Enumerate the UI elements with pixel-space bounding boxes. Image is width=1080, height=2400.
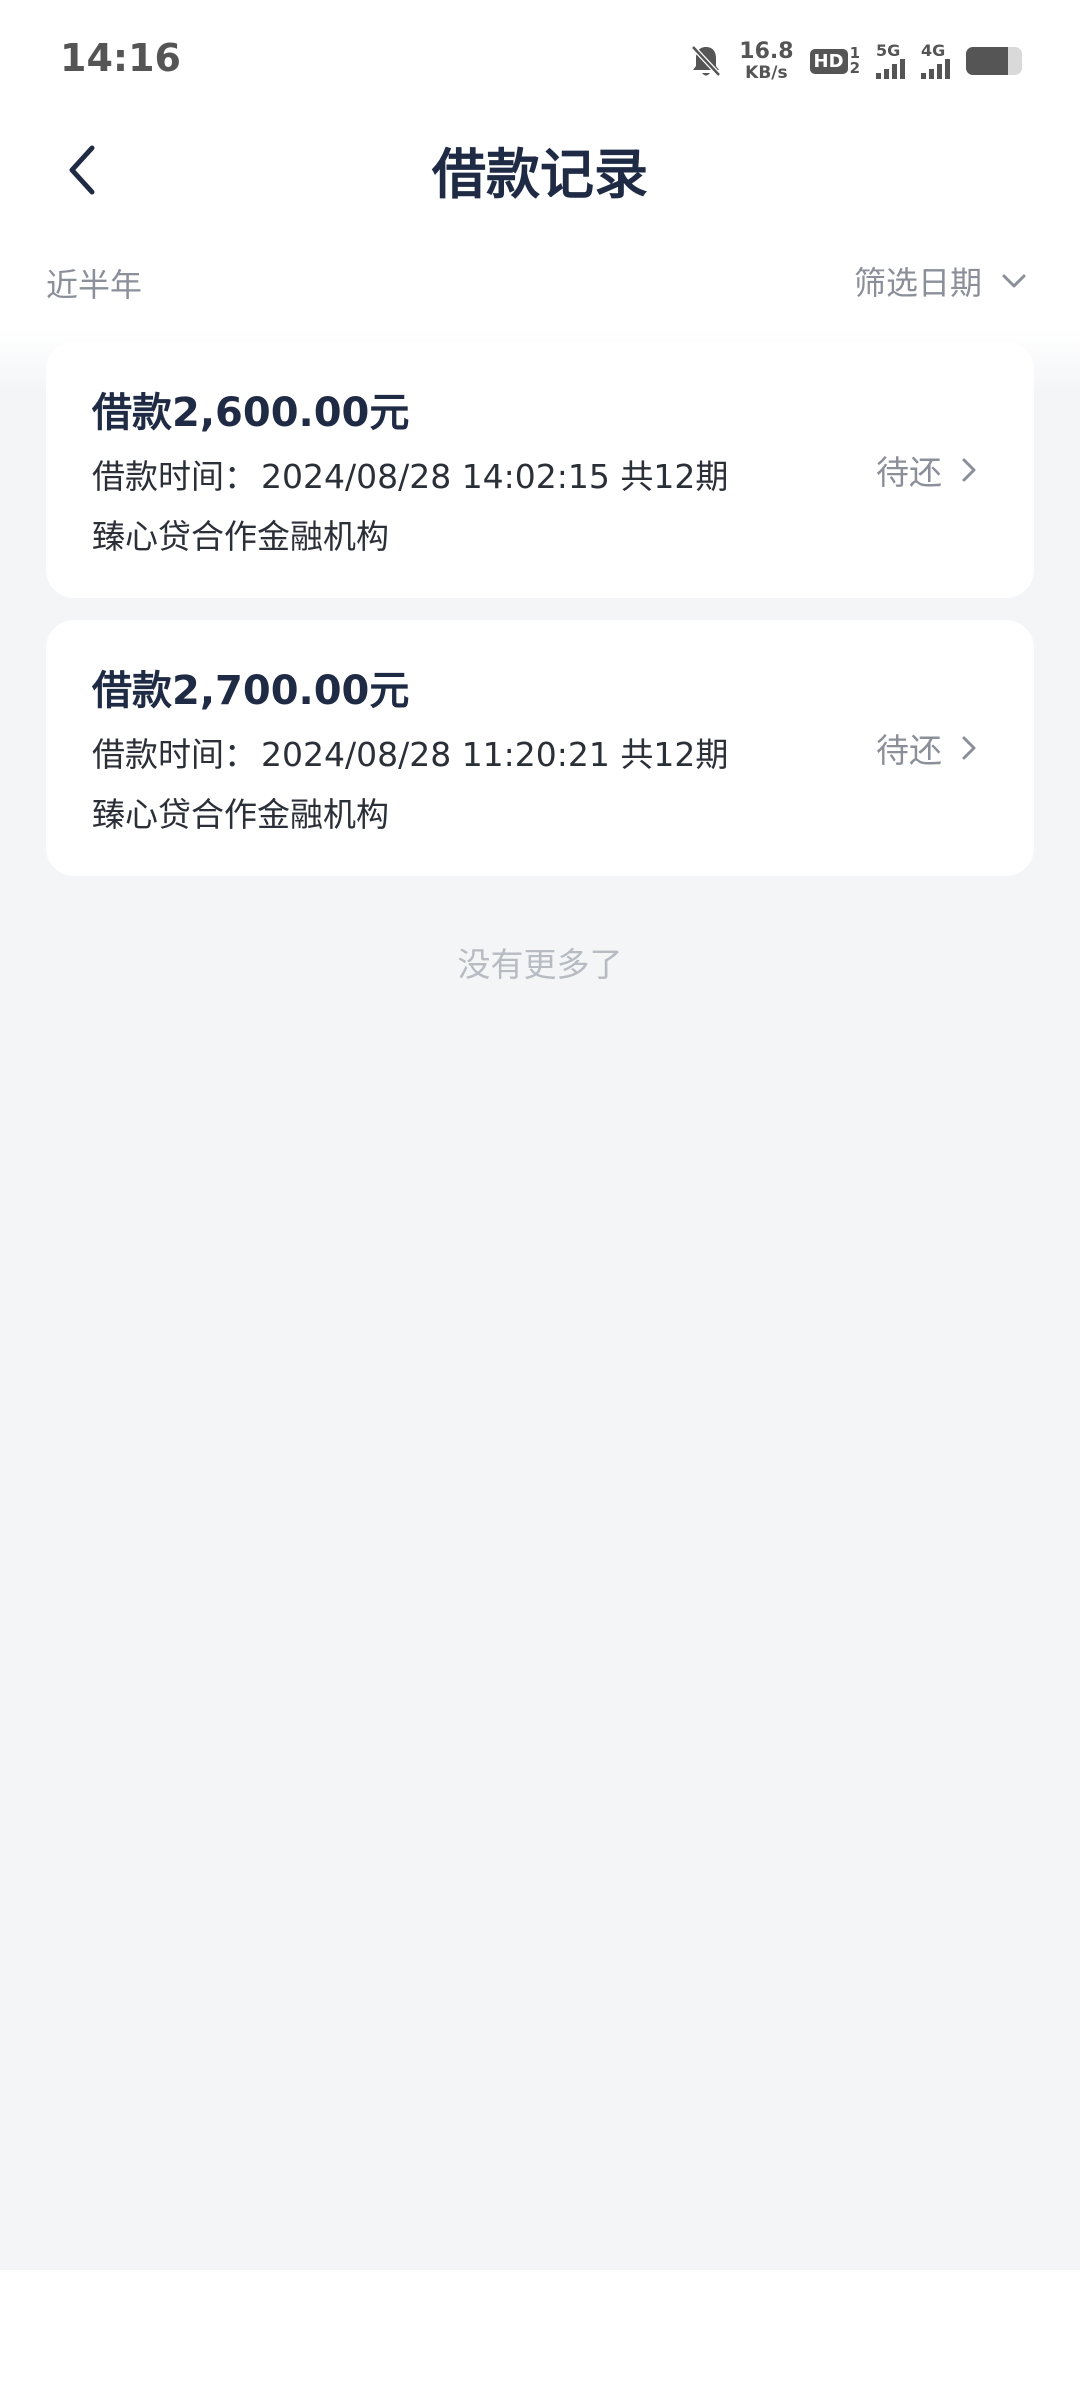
loan-org: 臻心贷合作金融机构 bbox=[92, 517, 389, 556]
loan-card[interactable]: 借款2,600.00元 借款时间： 2024/08/28 14:02:15 共12… bbox=[46, 342, 1034, 598]
hd-volte-icon: HD 1 2 bbox=[809, 46, 860, 77]
loan-time-value: 2024/08/28 11:20:21 bbox=[261, 735, 610, 774]
loan-amount: 借款2,600.00元 bbox=[92, 390, 410, 436]
loan-status-label: 待还 bbox=[876, 731, 942, 770]
loan-amount: 借款2,700.00元 bbox=[92, 668, 410, 714]
network-speed-value: 16.8 bbox=[739, 38, 794, 64]
loan-time: 借款时间： 2024/08/28 11:20:21 共12期 bbox=[92, 728, 728, 776]
status-time: 14:16 bbox=[60, 36, 181, 80]
network-speed: 16.8 KB/s bbox=[739, 38, 794, 83]
bell-muted-icon bbox=[689, 43, 723, 79]
battery-fill bbox=[966, 47, 1008, 75]
signal-4g-icon: 4G bbox=[921, 43, 950, 79]
loan-status-label: 待还 bbox=[876, 453, 942, 492]
no-more-text: 没有更多了 bbox=[457, 945, 623, 984]
bottom-area bbox=[0, 2270, 1080, 2400]
loan-periods: 共12期 bbox=[620, 457, 729, 496]
chevron-right-icon bbox=[962, 736, 976, 760]
filter-row: 近半年 筛选日期 bbox=[0, 240, 1080, 330]
battery-icon bbox=[966, 47, 1022, 75]
network-speed-unit: KB/s bbox=[745, 62, 788, 83]
loan-time: 借款时间： 2024/08/28 14:02:15 共12期 bbox=[92, 450, 728, 498]
loan-periods: 共12期 bbox=[620, 735, 729, 774]
hd-label: HD bbox=[809, 48, 848, 74]
loan-status: 待还 bbox=[876, 724, 978, 772]
loan-card[interactable]: 借款2,700.00元 借款时间： 2024/08/28 11:20:21 共12… bbox=[46, 620, 1034, 876]
date-filter-label: 筛选日期 bbox=[853, 264, 982, 302]
status-icons: 16.8 KB/s HD 1 2 5G 4G bbox=[689, 36, 1022, 86]
header: 借款记录 bbox=[0, 120, 1080, 210]
hd-sub-2: 2 bbox=[849, 59, 860, 77]
page-title: 借款记录 bbox=[432, 143, 648, 206]
range-label: 近半年 bbox=[46, 266, 143, 304]
loan-list: 借款2,600.00元 借款时间： 2024/08/28 14:02:15 共12… bbox=[0, 330, 1080, 2270]
loan-time-label: 借款时间： bbox=[92, 457, 257, 496]
signal-5g-icon: 5G bbox=[876, 43, 905, 79]
chevron-right-icon bbox=[962, 458, 976, 482]
date-filter-button[interactable]: 筛选日期 bbox=[854, 258, 1028, 304]
loan-time-label: 借款时间： bbox=[92, 735, 257, 774]
signal-4g-label: 4G bbox=[921, 41, 946, 60]
chevron-down-icon bbox=[1002, 274, 1026, 288]
signal-5g-label: 5G bbox=[876, 41, 901, 60]
loan-status: 待还 bbox=[876, 446, 978, 494]
status-bar: 14:16 16.8 KB/s HD 1 2 5G 4G bbox=[0, 0, 1080, 120]
loan-time-value: 2024/08/28 14:02:15 bbox=[261, 457, 610, 496]
loan-org: 臻心贷合作金融机构 bbox=[92, 795, 389, 834]
